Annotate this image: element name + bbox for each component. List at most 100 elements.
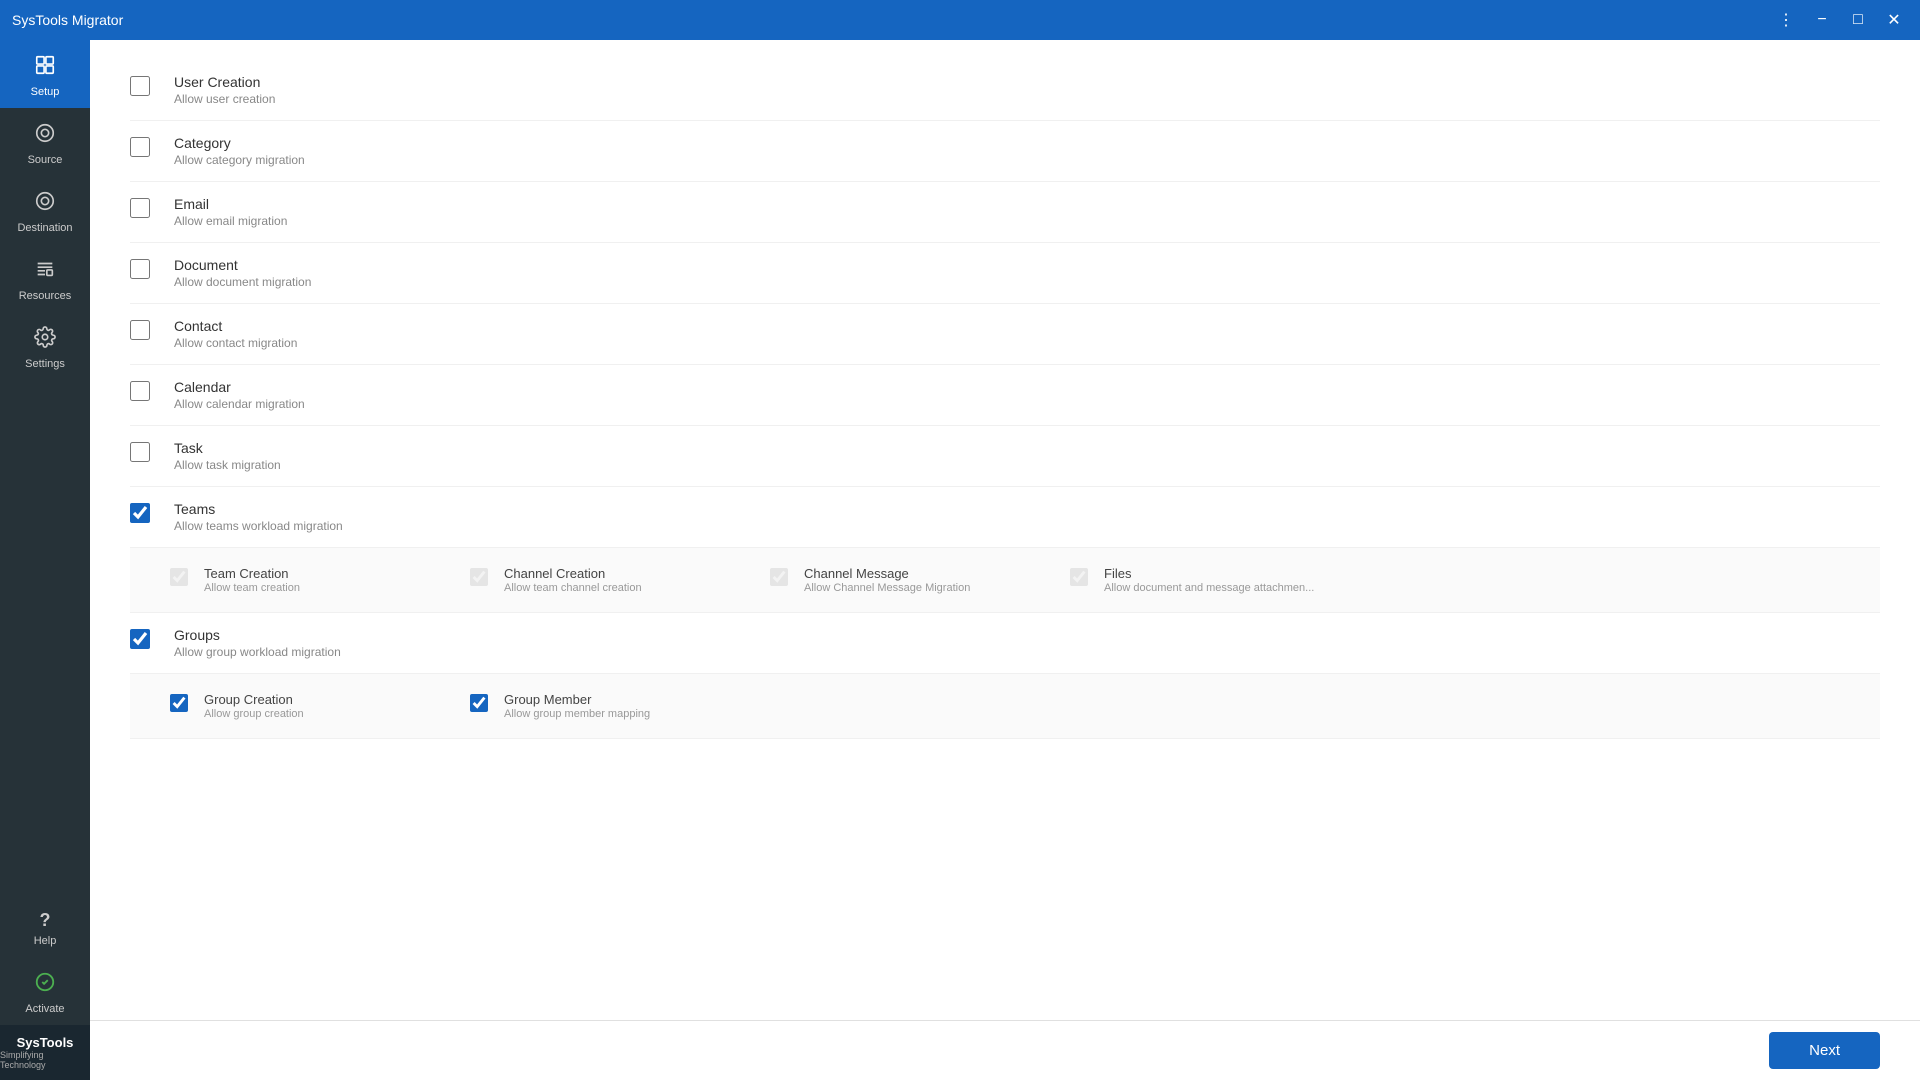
team-creation-text: Team CreationAllow team creation <box>204 566 300 594</box>
source-label: Source <box>28 154 63 166</box>
group-creation-title: Group Creation <box>204 692 304 707</box>
groups-text: Groups Allow group workload migration <box>174 627 341 659</box>
channel-message-title: Channel Message <box>804 566 970 581</box>
destination-icon <box>34 190 56 218</box>
source-icon <box>34 122 56 150</box>
title-bar: SysTools Migrator ⋮ − □ ✕ <box>0 0 1920 40</box>
category-checkbox[interactable] <box>130 137 150 157</box>
channel-creation-sub-item: Channel CreationAllow team channel creat… <box>470 560 770 600</box>
list-item: User CreationAllow user creation <box>130 60 1880 121</box>
sidebar-item-setup[interactable]: Setup <box>0 40 90 108</box>
document-desc: Allow document migration <box>174 275 311 289</box>
calendar-checkbox[interactable] <box>130 381 150 401</box>
activate-icon <box>34 971 56 999</box>
group-member-checkbox[interactable] <box>470 694 488 712</box>
channel-message-checkbox <box>770 568 788 586</box>
group-member-title: Group Member <box>504 692 650 707</box>
channel-creation-cb-wrap <box>470 568 494 592</box>
menu-button[interactable]: ⋮ <box>1772 6 1800 34</box>
sidebar-item-source[interactable]: Source <box>0 108 90 176</box>
group-member-desc: Allow group member mapping <box>504 708 650 720</box>
teams-cb-wrap <box>130 503 154 527</box>
checkbox-wrap <box>130 76 154 100</box>
sidebar-item-destination[interactable]: Destination <box>0 176 90 244</box>
teams-desc: Allow teams workload migration <box>174 519 343 533</box>
groups-checkbox[interactable] <box>130 629 150 649</box>
group-member-cb-wrap <box>470 694 494 718</box>
resources-icon <box>34 258 56 286</box>
task-text: TaskAllow task migration <box>174 440 281 472</box>
resources-label: Resources <box>19 290 72 302</box>
content-area: User CreationAllow user creation Category… <box>90 40 1920 1020</box>
team-creation-cb-wrap <box>170 568 194 592</box>
teams-text: Teams Allow teams workload migration <box>174 501 343 533</box>
activate-label: Activate <box>25 1003 64 1015</box>
sidebar-item-settings[interactable]: Settings <box>0 312 90 380</box>
sidebar-item-help[interactable]: ? Help <box>0 896 90 957</box>
teams-checkbox[interactable] <box>130 503 150 523</box>
email-checkbox[interactable] <box>130 198 150 218</box>
user-creation-checkbox[interactable] <box>130 76 150 96</box>
group-creation-text: Group CreationAllow group creation <box>204 692 304 720</box>
list-item: Contact Allow contact migration <box>130 304 1880 365</box>
brand-section: SysTools Simplifying Technology <box>0 1025 90 1080</box>
user-creation-title: User Creation <box>174 74 275 90</box>
groups-desc: Allow group workload migration <box>174 645 341 659</box>
list-item: CalendarAllow calendar migration <box>130 365 1880 426</box>
channel-message-sub-item: Channel MessageAllow Channel Message Mig… <box>770 560 1070 600</box>
contact-text: Contact Allow contact migration <box>174 318 297 350</box>
teams-sub-items: Team CreationAllow team creation Channel … <box>130 548 1880 613</box>
category-desc: Allow category migration <box>174 153 305 167</box>
sidebar-item-resources[interactable]: Resources <box>0 244 90 312</box>
channel-message-text: Channel MessageAllow Channel Message Mig… <box>804 566 970 594</box>
channel-creation-title: Channel Creation <box>504 566 642 581</box>
checkbox-wrap <box>130 320 154 344</box>
task-checkbox[interactable] <box>130 442 150 462</box>
contact-desc: Allow contact migration <box>174 336 297 350</box>
help-icon: ? <box>40 910 51 931</box>
groups-item: Groups Allow group workload migration <box>130 613 1880 674</box>
category-text: CategoryAllow category migration <box>174 135 305 167</box>
next-button[interactable]: Next <box>1769 1032 1880 1069</box>
channel-creation-checkbox <box>470 568 488 586</box>
files-title: Files <box>1104 566 1314 581</box>
group-creation-sub-item: Group CreationAllow group creation <box>170 686 470 726</box>
settings-icon <box>34 326 56 354</box>
group-member-sub-item: Group MemberAllow group member mapping <box>470 686 770 726</box>
list-item: CategoryAllow category migration <box>130 121 1880 182</box>
contact-checkbox[interactable] <box>130 320 150 340</box>
groups-title: Groups <box>174 627 341 643</box>
groups-cb-wrap <box>130 629 154 653</box>
checkbox-wrap <box>130 137 154 161</box>
brand-tagline: Simplifying Technology <box>0 1050 90 1070</box>
contact-title: Contact <box>174 318 297 334</box>
setup-icon <box>34 54 56 82</box>
teams-title: Teams <box>174 501 343 517</box>
minimize-button[interactable]: − <box>1808 6 1836 34</box>
app-body: Setup Source Destination <box>0 40 1920 1080</box>
app-title: SysTools Migrator <box>12 12 1772 28</box>
files-desc: Allow document and message attachmen... <box>1104 582 1314 594</box>
team-creation-desc: Allow team creation <box>204 582 300 594</box>
email-text: EmailAllow email migration <box>174 196 287 228</box>
checkbox-wrap <box>130 442 154 466</box>
channel-message-cb-wrap <box>770 568 794 592</box>
checkbox-wrap <box>130 381 154 405</box>
sidebar-item-activate[interactable]: Activate <box>0 957 90 1025</box>
files-sub-item: FilesAllow document and message attachme… <box>1070 560 1370 600</box>
task-desc: Allow task migration <box>174 458 281 472</box>
list-item: EmailAllow email migration <box>130 182 1880 243</box>
document-text: DocumentAllow document migration <box>174 257 311 289</box>
sidebar-bottom: ? Help Activate SysTools Simplifying Tec… <box>0 896 90 1080</box>
group-creation-cb-wrap <box>170 694 194 718</box>
destination-label: Destination <box>17 222 72 234</box>
email-title: Email <box>174 196 287 212</box>
close-button[interactable]: ✕ <box>1880 6 1908 34</box>
channel-creation-desc: Allow team channel creation <box>504 582 642 594</box>
group-creation-desc: Allow group creation <box>204 708 304 720</box>
group-creation-checkbox[interactable] <box>170 694 188 712</box>
checkbox-wrap <box>130 259 154 283</box>
calendar-desc: Allow calendar migration <box>174 397 305 411</box>
maximize-button[interactable]: □ <box>1844 6 1872 34</box>
document-checkbox[interactable] <box>130 259 150 279</box>
